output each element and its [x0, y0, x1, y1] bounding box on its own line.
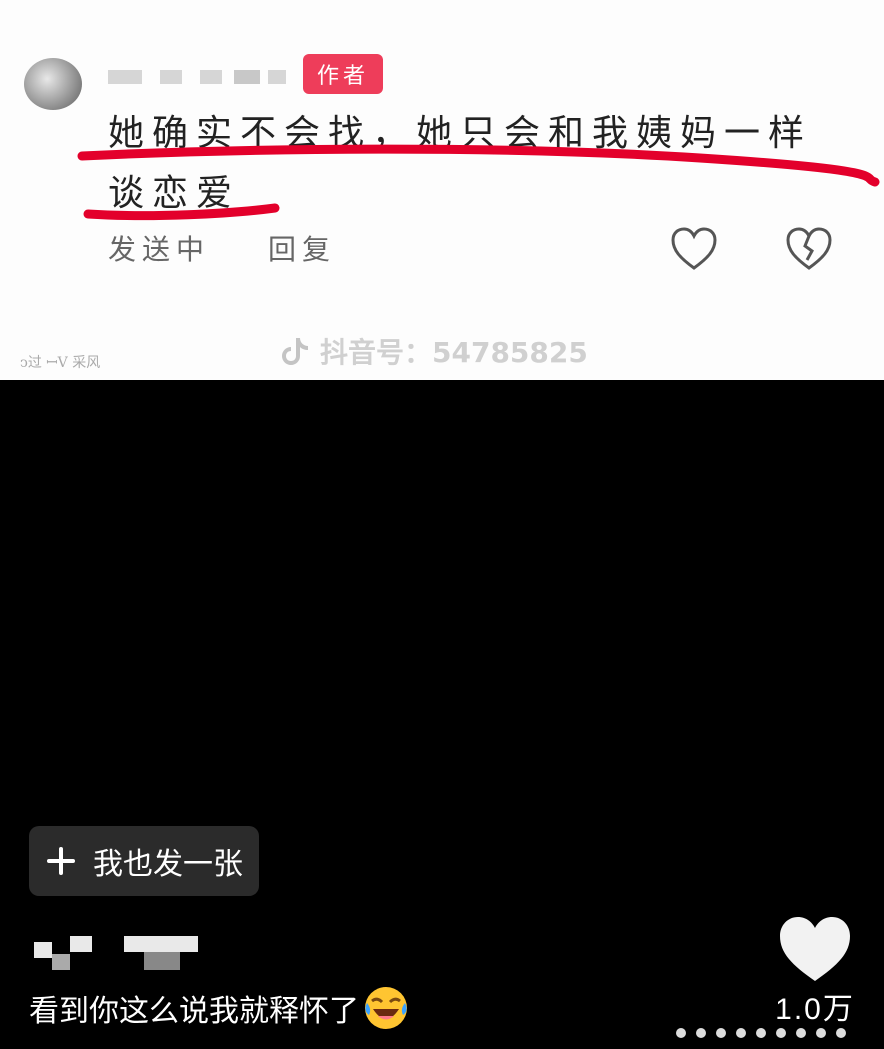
- sending-status: 发送中: [108, 233, 211, 266]
- commenter-avatar: [24, 58, 82, 110]
- laughing-crying-emoji-icon: [365, 987, 407, 1029]
- douyin-watermark: 抖音号：54785825: [278, 330, 588, 372]
- like-outline-icon[interactable]: [670, 226, 718, 272]
- post-caption: 看到你这么说我就释怀了: [29, 980, 409, 1036]
- like-heart-icon[interactable]: [778, 915, 852, 985]
- blurred-username: [108, 62, 288, 92]
- post-one-too-button[interactable]: 我也发一张: [29, 826, 259, 896]
- watermark-text: 抖音号：54785825: [320, 336, 588, 369]
- blurred-poster-handle: [124, 936, 200, 972]
- blurred-footer-dots: [672, 1022, 872, 1038]
- blurred-poster-name: [34, 936, 94, 972]
- douyin-logo-icon: [282, 338, 308, 365]
- plus-icon: [47, 847, 75, 875]
- dislike-broken-heart-icon[interactable]: [785, 226, 833, 272]
- caption-text: 看到你这么说我就释怀了: [29, 995, 359, 1028]
- author-badge: 作者: [303, 54, 383, 94]
- comment-image: 作者 她确实不会找，她只会和我姨妈一样谈恋爱 发送中 回复 抖音号：547858…: [0, 0, 884, 380]
- post-button-label: 我也发一张: [93, 848, 243, 881]
- comment-text: 她确实不会找，她只会和我姨妈一样谈恋爱: [108, 113, 813, 214]
- reply-link[interactable]: 回复: [268, 228, 336, 268]
- corner-watermark: ↄ过 ꟷV 采风: [20, 355, 101, 371]
